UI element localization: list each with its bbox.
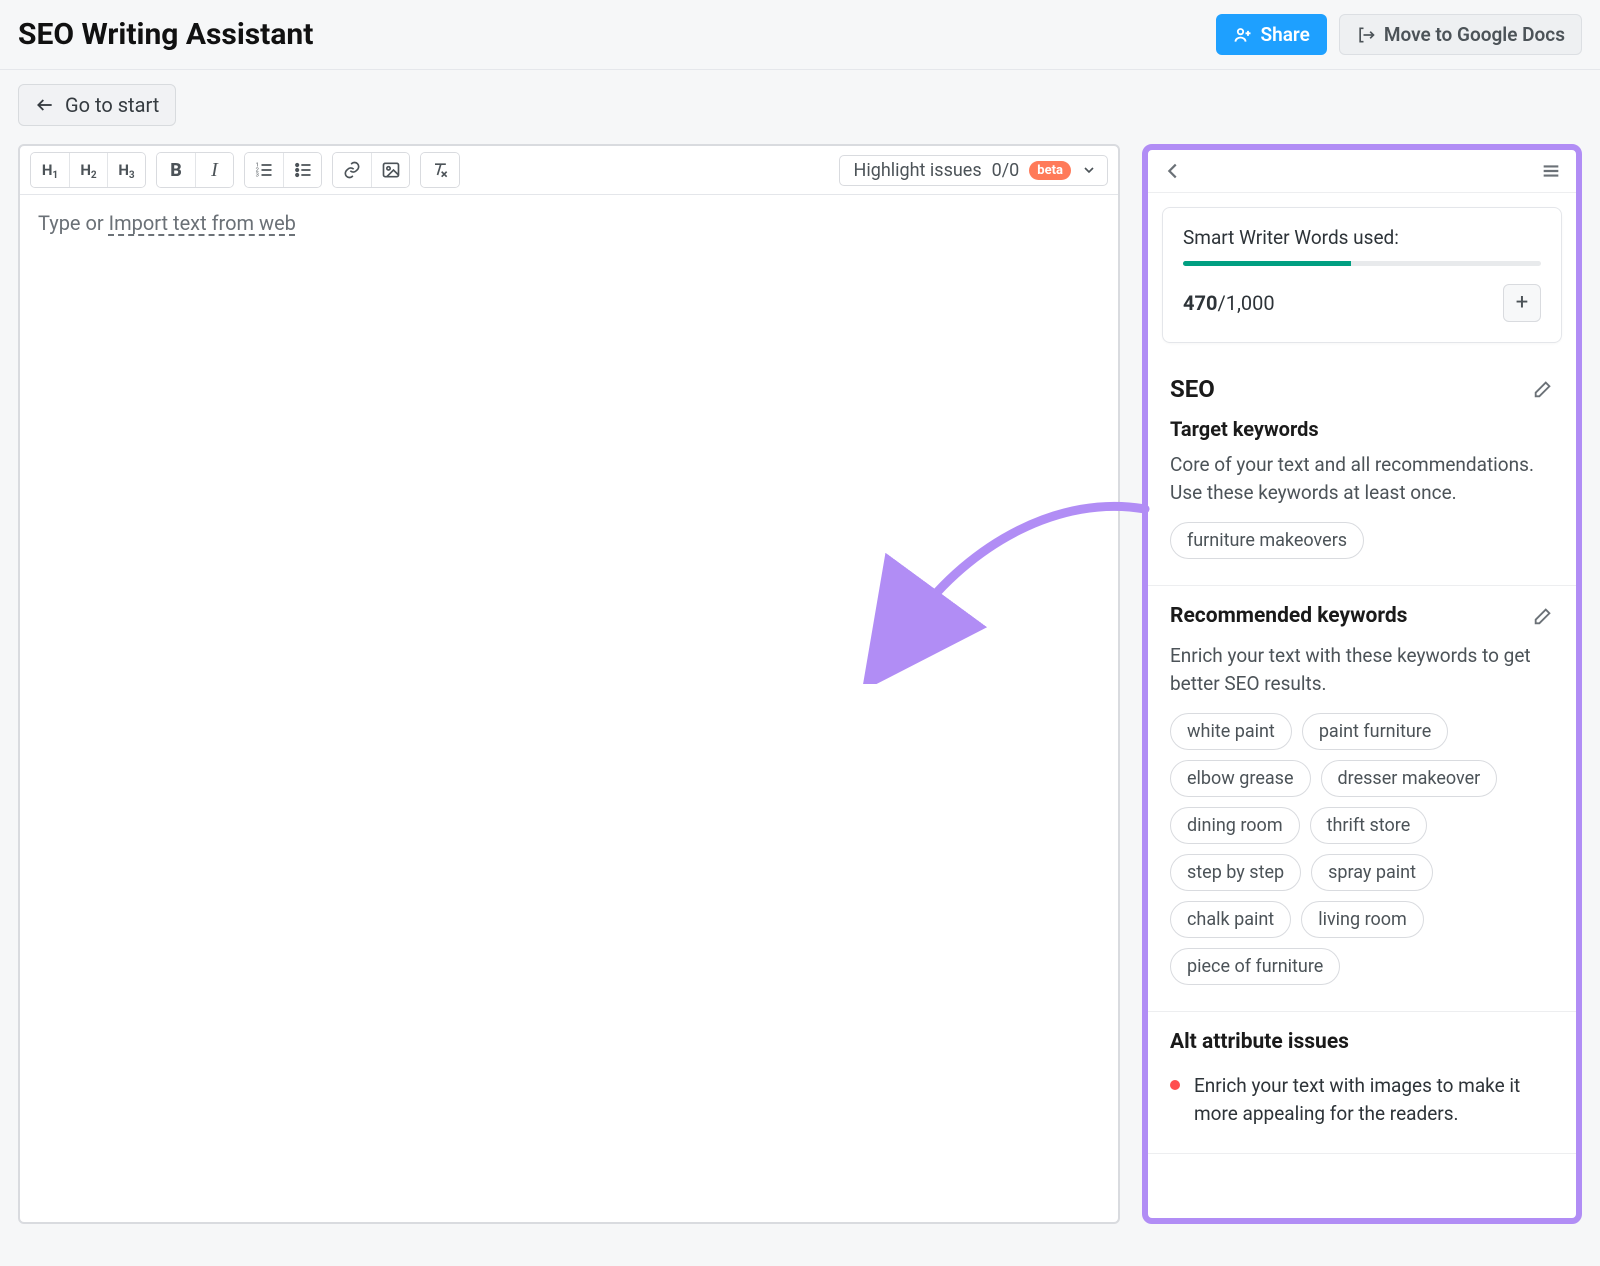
keyword-chip[interactable]: thrift store: [1310, 807, 1428, 844]
target-keywords-desc: Core of your text and all recommendation…: [1170, 451, 1554, 506]
italic-button[interactable]: I: [195, 153, 233, 187]
smart-writer-count: 470/1,000: [1183, 291, 1275, 315]
link-button[interactable]: [333, 153, 371, 187]
editor-toolbar: H1 H2 H3 B I 123: [20, 146, 1118, 195]
h1-button[interactable]: H1: [31, 153, 69, 187]
unordered-list-button[interactable]: [283, 153, 321, 187]
ordered-list-icon: 123: [254, 160, 274, 180]
keyword-chip[interactable]: step by step: [1170, 854, 1301, 891]
go-to-start-button[interactable]: Go to start: [18, 84, 176, 126]
move-button-label: Move to Google Docs: [1384, 23, 1565, 46]
smart-writer-progress: [1183, 261, 1541, 266]
ordered-list-button[interactable]: 123: [245, 153, 283, 187]
image-button[interactable]: [371, 153, 409, 187]
keyword-chip[interactable]: piece of furniture: [1170, 948, 1340, 985]
issue-dot-icon: [1170, 1080, 1180, 1090]
alt-issue-desc: Enrich your text with images to make it …: [1194, 1072, 1554, 1127]
clear-format-icon: [430, 160, 450, 180]
link-icon: [342, 160, 362, 180]
unordered-list-icon: [293, 160, 313, 180]
alt-issues-title: Alt attribute issues: [1170, 1030, 1554, 1054]
pencil-icon[interactable]: [1532, 605, 1554, 627]
editor-placeholder-prefix: Type or: [38, 211, 109, 235]
move-to-gdocs-button[interactable]: Move to Google Docs: [1339, 14, 1582, 55]
export-icon: [1356, 25, 1376, 45]
pencil-icon[interactable]: [1532, 378, 1554, 400]
go-to-start-label: Go to start: [65, 93, 159, 117]
menu-icon[interactable]: [1540, 160, 1562, 182]
recommended-chips: white paint paint furniture elbow grease dr…: [1170, 713, 1554, 985]
list-group: 123: [244, 152, 322, 188]
recommended-desc: Enrich your text with these keywords to …: [1170, 642, 1554, 697]
style-group: B I: [156, 152, 234, 188]
arrow-left-icon: [35, 95, 55, 115]
svg-text:3: 3: [256, 173, 259, 179]
clear-group: [420, 152, 460, 188]
import-from-web-link[interactable]: Import text from web: [109, 211, 296, 235]
keyword-chip[interactable]: white paint: [1170, 713, 1292, 750]
seo-section-title: SEO: [1170, 375, 1215, 403]
share-button[interactable]: Share: [1216, 14, 1327, 55]
target-keywords-title: Target keywords: [1170, 417, 1554, 441]
keyword-chip[interactable]: dresser makeover: [1321, 760, 1498, 797]
keyword-chip[interactable]: spray paint: [1311, 854, 1433, 891]
highlight-count: 0/0: [992, 160, 1020, 181]
smart-writer-title: Smart Writer Words used:: [1183, 226, 1541, 249]
seo-sidebar: Smart Writer Words used: 470/1,000 + SEO: [1142, 144, 1582, 1224]
clear-format-button[interactable]: [421, 153, 459, 187]
highlight-label: Highlight issues: [854, 160, 982, 181]
seo-panel: SEO Target keywords Core of your text an…: [1148, 357, 1576, 586]
smart-writer-card: Smart Writer Words used: 470/1,000 +: [1162, 207, 1562, 343]
target-keywords-chips: furniture makeovers: [1170, 522, 1554, 559]
chevron-left-icon[interactable]: [1162, 160, 1184, 182]
editor-body[interactable]: Type or Import text from web: [20, 195, 1118, 1222]
editor-card: H1 H2 H3 B I 123: [18, 144, 1120, 1224]
keyword-chip[interactable]: elbow grease: [1170, 760, 1311, 797]
image-icon: [381, 160, 401, 180]
bold-button[interactable]: B: [157, 153, 195, 187]
add-words-button[interactable]: +: [1503, 284, 1541, 322]
keyword-chip[interactable]: furniture makeovers: [1170, 522, 1364, 559]
alt-issues-panel: Alt attribute issues Enrich your text wi…: [1148, 1012, 1576, 1154]
h3-button[interactable]: H3: [107, 153, 145, 187]
chevron-down-icon: [1081, 162, 1097, 178]
keyword-chip[interactable]: living room: [1301, 901, 1424, 938]
page-title: SEO Writing Assistant: [18, 17, 313, 52]
alt-issue-row: Enrich your text with images to make it …: [1170, 1072, 1554, 1127]
beta-badge: beta: [1029, 161, 1071, 180]
recommended-title: Recommended keywords: [1170, 604, 1407, 628]
keyword-chip[interactable]: chalk paint: [1170, 901, 1291, 938]
keyword-chip[interactable]: paint furniture: [1302, 713, 1448, 750]
heading-group: H1 H2 H3: [30, 152, 146, 188]
h2-button[interactable]: H2: [69, 153, 107, 187]
insert-group: [332, 152, 410, 188]
person-add-icon: [1233, 25, 1253, 45]
share-button-label: Share: [1261, 23, 1310, 46]
keyword-chip[interactable]: dining room: [1170, 807, 1300, 844]
recommended-panel: Recommended keywords Enrich your text wi…: [1148, 586, 1576, 1012]
highlight-issues-toggle[interactable]: Highlight issues 0/0 beta: [839, 155, 1108, 186]
